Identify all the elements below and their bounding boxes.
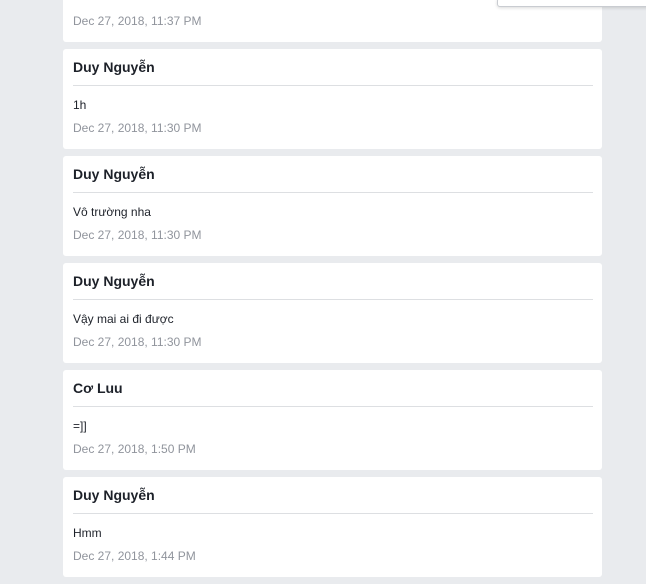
comment-timestamp[interactable]: Dec 27, 2018, 11:30 PM	[73, 333, 593, 351]
comment-timestamp[interactable]: Dec 27, 2018, 11:37 PM	[73, 12, 593, 30]
comment-card: Duy Nguyễn Vô trường nha Dec 27, 2018, 1…	[63, 156, 602, 256]
divider	[73, 85, 593, 86]
comment-feed: Dec 27, 2018, 11:37 PM Duy Nguyễn 1h Dec…	[63, 0, 602, 584]
comment-message: Hmm	[73, 526, 102, 540]
comment-author[interactable]: Cơ Luu	[73, 370, 593, 397]
divider	[73, 192, 593, 193]
comment-timestamp[interactable]: Dec 27, 2018, 11:30 PM	[73, 226, 593, 244]
comment-card: Duy Nguyễn Hmm Dec 27, 2018, 1:44 PM	[63, 477, 602, 577]
comment-author[interactable]: Duy Nguyễn	[73, 156, 593, 183]
comment-timestamp[interactable]: Dec 27, 2018, 1:44 PM	[73, 547, 593, 565]
comment-card: Cơ Luu =]] Dec 27, 2018, 1:50 PM	[63, 370, 602, 470]
comment-author[interactable]: Duy Nguyễn	[73, 477, 593, 504]
comment-message: Vậy mai ai đi được	[73, 312, 174, 326]
comment-card: Duy Nguyễn 1h Dec 27, 2018, 11:30 PM	[63, 49, 602, 149]
comment-card: Duy Nguyễn Vậy mai ai đi được Dec 27, 20…	[63, 263, 602, 363]
divider	[73, 513, 593, 514]
comment-message: 1h	[73, 98, 87, 112]
comment-message: Vô trường nha	[73, 205, 151, 219]
comment-timestamp[interactable]: Dec 27, 2018, 11:30 PM	[73, 119, 593, 137]
divider	[73, 406, 593, 407]
comment-author[interactable]: Duy Nguyễn	[73, 49, 593, 76]
comment-timestamp[interactable]: Dec 27, 2018, 1:50 PM	[73, 440, 593, 458]
comment-author[interactable]: Duy Nguyễn	[73, 263, 593, 290]
divider	[73, 299, 593, 300]
comment-message: =]]	[73, 419, 87, 433]
dropdown-popover	[497, 0, 646, 7]
